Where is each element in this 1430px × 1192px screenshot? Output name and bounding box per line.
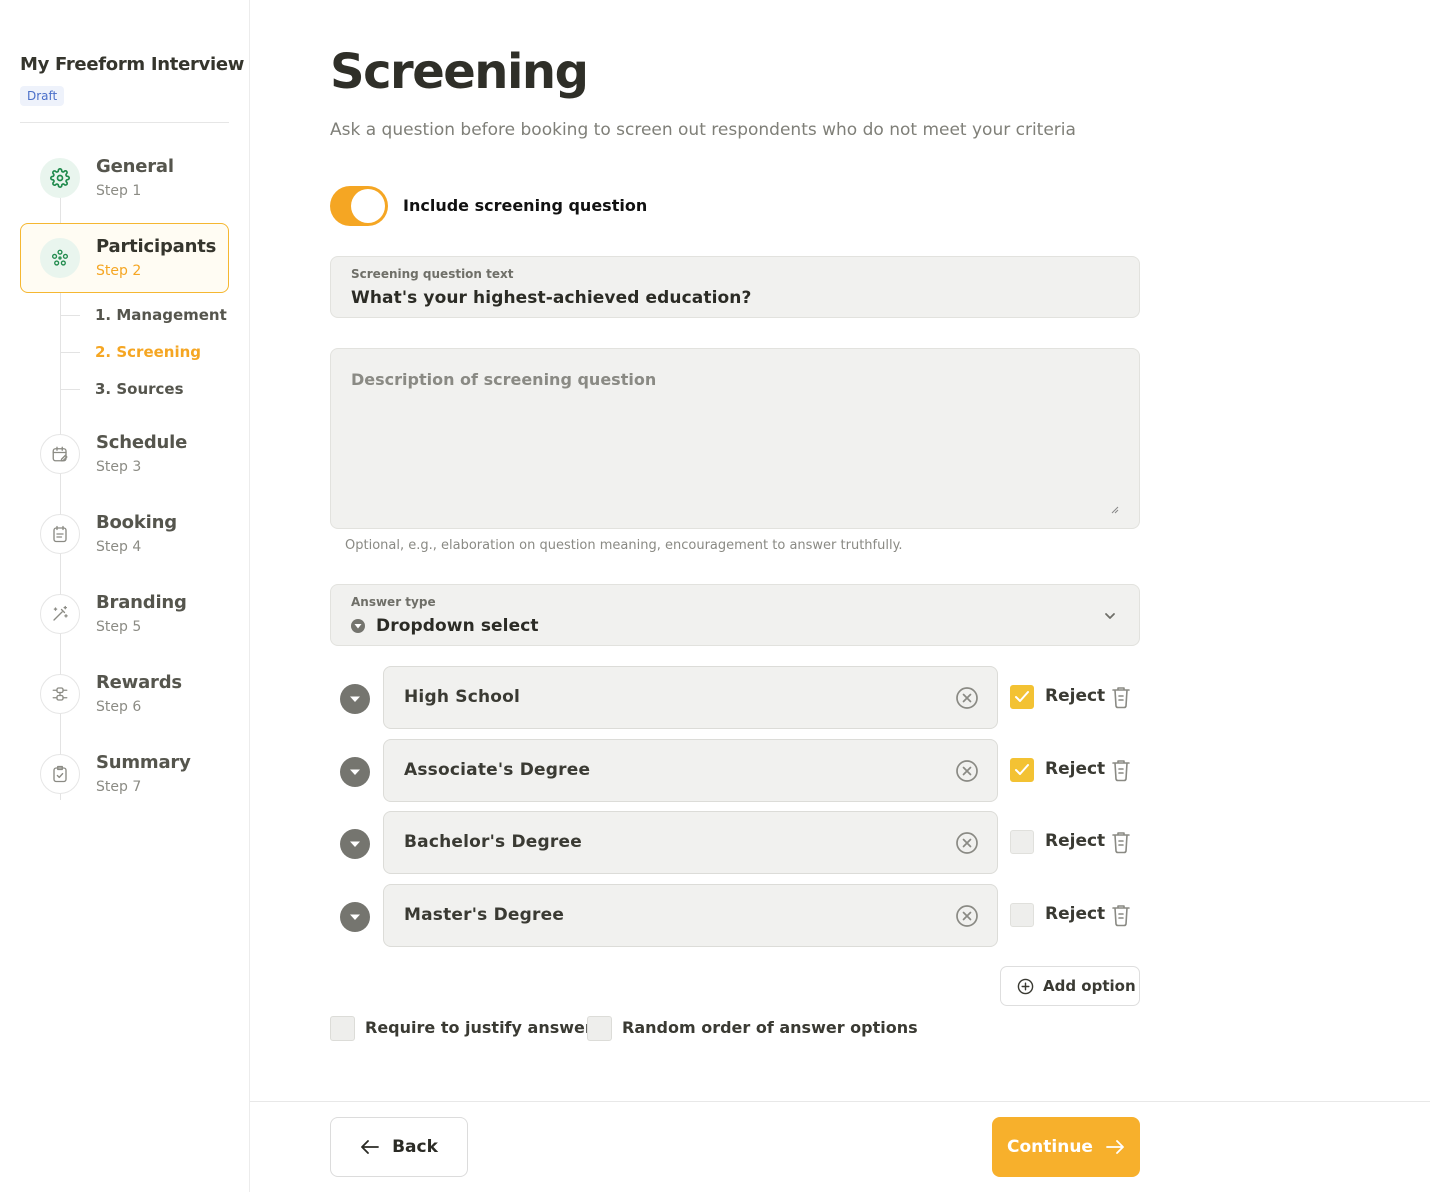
dropdown-type-icon bbox=[351, 619, 365, 633]
step-title: Summary bbox=[96, 752, 191, 773]
page-subtitle: Ask a question before booking to screen … bbox=[330, 120, 1076, 140]
step-title: Booking bbox=[96, 512, 177, 533]
sidebar-item-schedule[interactable]: Schedule Step 3 bbox=[20, 419, 229, 489]
description-helper: Optional, e.g., elaboration on question … bbox=[345, 538, 903, 553]
option-input[interactable]: Bachelor's Degree bbox=[383, 811, 998, 874]
calendar-list-icon bbox=[40, 514, 80, 554]
require-justify-checkbox[interactable] bbox=[330, 1016, 355, 1041]
toggle-label: Include screening question bbox=[403, 196, 648, 215]
step-title: Branding bbox=[96, 592, 187, 613]
substep-management[interactable]: 1. Management bbox=[95, 306, 227, 324]
status-badge: Draft bbox=[20, 86, 65, 106]
trash-icon[interactable] bbox=[1110, 758, 1132, 782]
trash-icon[interactable] bbox=[1110, 903, 1132, 927]
subtree-branch bbox=[60, 389, 80, 390]
option-handle-icon[interactable] bbox=[340, 757, 370, 787]
arrow-left-icon bbox=[361, 1140, 379, 1154]
description-placeholder: Description of screening question bbox=[351, 370, 657, 389]
field-label: Answer type bbox=[351, 595, 436, 609]
plus-circle-icon bbox=[1017, 978, 1034, 994]
clear-icon[interactable] bbox=[955, 686, 979, 710]
continue-button[interactable]: Continue bbox=[992, 1117, 1140, 1177]
reject-checkbox[interactable] bbox=[1010, 685, 1034, 709]
arrow-right-icon bbox=[1106, 1140, 1124, 1154]
clear-icon[interactable] bbox=[955, 904, 979, 928]
clipboard-check-icon bbox=[40, 754, 80, 794]
back-button[interactable]: Back bbox=[330, 1117, 468, 1177]
step-title: Rewards bbox=[96, 672, 182, 693]
add-option-label: Add option bbox=[1043, 977, 1136, 995]
option-input[interactable]: High School bbox=[383, 666, 998, 729]
project-title: My Freeform Interview bbox=[20, 54, 245, 75]
back-label: Back bbox=[392, 1137, 438, 1157]
clear-icon[interactable] bbox=[955, 831, 979, 855]
step-title: General bbox=[96, 156, 174, 177]
option-input[interactable]: Master's Degree bbox=[383, 884, 998, 947]
sidebar-item-participants[interactable]: Participants Step 2 bbox=[20, 223, 229, 293]
option-input[interactable]: Associate's Degree bbox=[383, 739, 998, 802]
step-number: Step 7 bbox=[96, 779, 142, 795]
option-text: Bachelor's Degree bbox=[404, 832, 582, 852]
reject-checkbox[interactable] bbox=[1010, 758, 1034, 782]
reject-label: Reject bbox=[1045, 759, 1106, 779]
screening-toggle[interactable] bbox=[330, 186, 388, 226]
require-justify-label: Require to justify answer bbox=[365, 1018, 593, 1037]
gear-icon bbox=[40, 158, 80, 198]
continue-label: Continue bbox=[1007, 1137, 1093, 1157]
reject-label: Reject bbox=[1045, 831, 1106, 851]
calendar-edit-icon bbox=[40, 434, 80, 474]
trash-icon[interactable] bbox=[1110, 685, 1132, 709]
subtree-branch bbox=[60, 352, 80, 353]
reject-label: Reject bbox=[1045, 904, 1106, 924]
subtree-line bbox=[60, 293, 61, 390]
step-number: Step 5 bbox=[96, 619, 142, 635]
sidebar-item-summary[interactable]: Summary Step 7 bbox=[20, 739, 229, 809]
step-title: Schedule bbox=[96, 432, 188, 453]
option-text: Associate's Degree bbox=[404, 760, 591, 780]
random-order-label: Random order of answer options bbox=[622, 1018, 918, 1037]
field-label: Screening question text bbox=[351, 267, 514, 281]
reject-checkbox[interactable] bbox=[1010, 903, 1034, 927]
add-option-button[interactable]: Add option bbox=[1000, 966, 1140, 1006]
participants-icon bbox=[40, 238, 80, 278]
subtree-branch bbox=[60, 315, 80, 316]
magic-wand-icon bbox=[40, 594, 80, 634]
option-handle-icon[interactable] bbox=[340, 829, 370, 859]
option-handle-icon[interactable] bbox=[340, 684, 370, 714]
sliders-icon bbox=[40, 674, 80, 714]
question-text-field[interactable]: Screening question text What's your high… bbox=[330, 256, 1140, 318]
option-text: Master's Degree bbox=[404, 905, 565, 925]
option-handle-icon[interactable] bbox=[340, 902, 370, 932]
substep-sources[interactable]: 3. Sources bbox=[95, 380, 184, 398]
step-number: Step 6 bbox=[96, 699, 142, 715]
random-order-checkbox[interactable] bbox=[587, 1016, 612, 1041]
sidebar: My Freeform Interview Draft General Step… bbox=[0, 0, 250, 1192]
clear-icon[interactable] bbox=[955, 759, 979, 783]
answer-type-select[interactable]: Answer type Dropdown select bbox=[330, 584, 1140, 646]
footer-divider bbox=[250, 1101, 1430, 1102]
step-number: Step 1 bbox=[96, 183, 142, 199]
page-title: Screening bbox=[330, 44, 589, 100]
sidebar-item-branding[interactable]: Branding Step 5 bbox=[20, 579, 229, 649]
reject-checkbox[interactable] bbox=[1010, 830, 1034, 854]
step-number: Step 2 bbox=[96, 263, 142, 279]
question-text-value: What's your highest-achieved education? bbox=[351, 288, 752, 308]
resize-grip-icon[interactable] bbox=[1111, 506, 1119, 514]
step-number: Step 4 bbox=[96, 539, 142, 555]
toggle-knob bbox=[351, 189, 385, 223]
answer-type-value: Dropdown select bbox=[376, 616, 539, 636]
divider bbox=[20, 122, 229, 123]
step-number: Step 3 bbox=[96, 459, 142, 475]
reject-label: Reject bbox=[1045, 686, 1106, 706]
option-text: High School bbox=[404, 687, 521, 707]
description-textarea[interactable]: Description of screening question bbox=[330, 348, 1140, 529]
chevron-down-icon bbox=[1105, 613, 1115, 619]
sidebar-item-general[interactable]: General Step 1 bbox=[20, 143, 229, 213]
sidebar-item-booking[interactable]: Booking Step 4 bbox=[20, 499, 229, 569]
substep-screening[interactable]: 2. Screening bbox=[95, 343, 201, 361]
sidebar-item-rewards[interactable]: Rewards Step 6 bbox=[20, 659, 229, 729]
trash-icon[interactable] bbox=[1110, 830, 1132, 854]
step-title: Participants bbox=[96, 236, 217, 257]
